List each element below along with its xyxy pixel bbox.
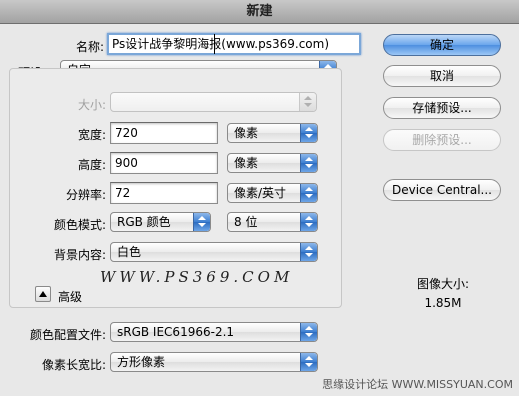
name-label: 名称:: [75, 40, 104, 54]
background-select[interactable]: 白色: [110, 242, 318, 262]
color-mode-dropdown-icon: [193, 213, 210, 231]
width-unit-value: 像素: [234, 126, 259, 140]
height-input[interactable]: 900: [110, 152, 218, 174]
height-unit-select[interactable]: 像素: [227, 153, 318, 173]
delete-preset-button: 删除预设...: [383, 129, 501, 151]
advanced-label: 高级: [58, 290, 83, 304]
size-label: 大小:: [77, 98, 106, 112]
save-preset-button[interactable]: 存储预设...: [383, 97, 501, 119]
cancel-button[interactable]: 取消: [383, 65, 501, 87]
resolution-unit-value: 像素/英寸: [234, 186, 287, 200]
image-size-label: 图像大小:: [416, 277, 470, 291]
color-profile-select[interactable]: sRGB IEC61966-2.1: [110, 322, 318, 342]
height-unit-value: 像素: [234, 156, 259, 170]
size-dropdown-icon: [299, 93, 316, 111]
pixel-aspect-value: 方形像素: [117, 355, 166, 369]
color-profile-value: sRGB IEC61966-2.1: [117, 325, 235, 339]
width-unit-select[interactable]: 像素: [227, 123, 318, 143]
size-select: [110, 92, 317, 112]
device-central-button[interactable]: Device Central...: [383, 179, 501, 201]
bit-depth-select[interactable]: 8 位: [227, 212, 318, 232]
background-label: 背景内容:: [53, 248, 106, 262]
width-unit-dropdown-icon: [300, 124, 317, 142]
advanced-disclosure-icon[interactable]: [35, 286, 51, 302]
color-mode-value: RGB 颜色: [117, 215, 171, 229]
watermark-center: WWW.PS369.COM: [100, 268, 294, 286]
resolution-unit-dropdown-icon: [300, 184, 317, 202]
color-profile-label: 颜色配置文件:: [29, 328, 106, 342]
resolution-label: 分辨率:: [65, 188, 106, 202]
resolution-input[interactable]: 72: [110, 182, 218, 204]
image-size-value: 1.85M: [424, 296, 462, 310]
pixel-aspect-dropdown-icon: [300, 353, 317, 371]
width-label: 宽度:: [77, 128, 106, 142]
name-input[interactable]: Ps设计战争黎明海报(www.ps369.com): [107, 33, 361, 55]
window-title: 新建: [0, 0, 519, 24]
watermark-corner: 思缘设计论坛 WWW.MISSYUAN.COM: [322, 378, 513, 391]
color-mode-label: 颜色模式:: [53, 218, 106, 232]
pixel-aspect-label: 像素长宽比:: [41, 358, 106, 372]
bit-depth-value: 8 位: [234, 215, 258, 229]
width-input[interactable]: 720: [110, 122, 218, 144]
color-profile-dropdown-icon: [300, 323, 317, 341]
ok-button[interactable]: 确定: [383, 34, 501, 56]
pixel-aspect-select[interactable]: 方形像素: [110, 352, 318, 372]
text-cursor: [214, 34, 215, 54]
bit-depth-dropdown-icon: [300, 213, 317, 231]
height-unit-dropdown-icon: [300, 154, 317, 172]
background-value: 白色: [117, 245, 142, 259]
height-label: 高度:: [77, 158, 106, 172]
resolution-unit-select[interactable]: 像素/英寸: [227, 183, 318, 203]
background-dropdown-icon: [300, 243, 317, 261]
color-mode-select[interactable]: RGB 颜色: [110, 212, 211, 232]
